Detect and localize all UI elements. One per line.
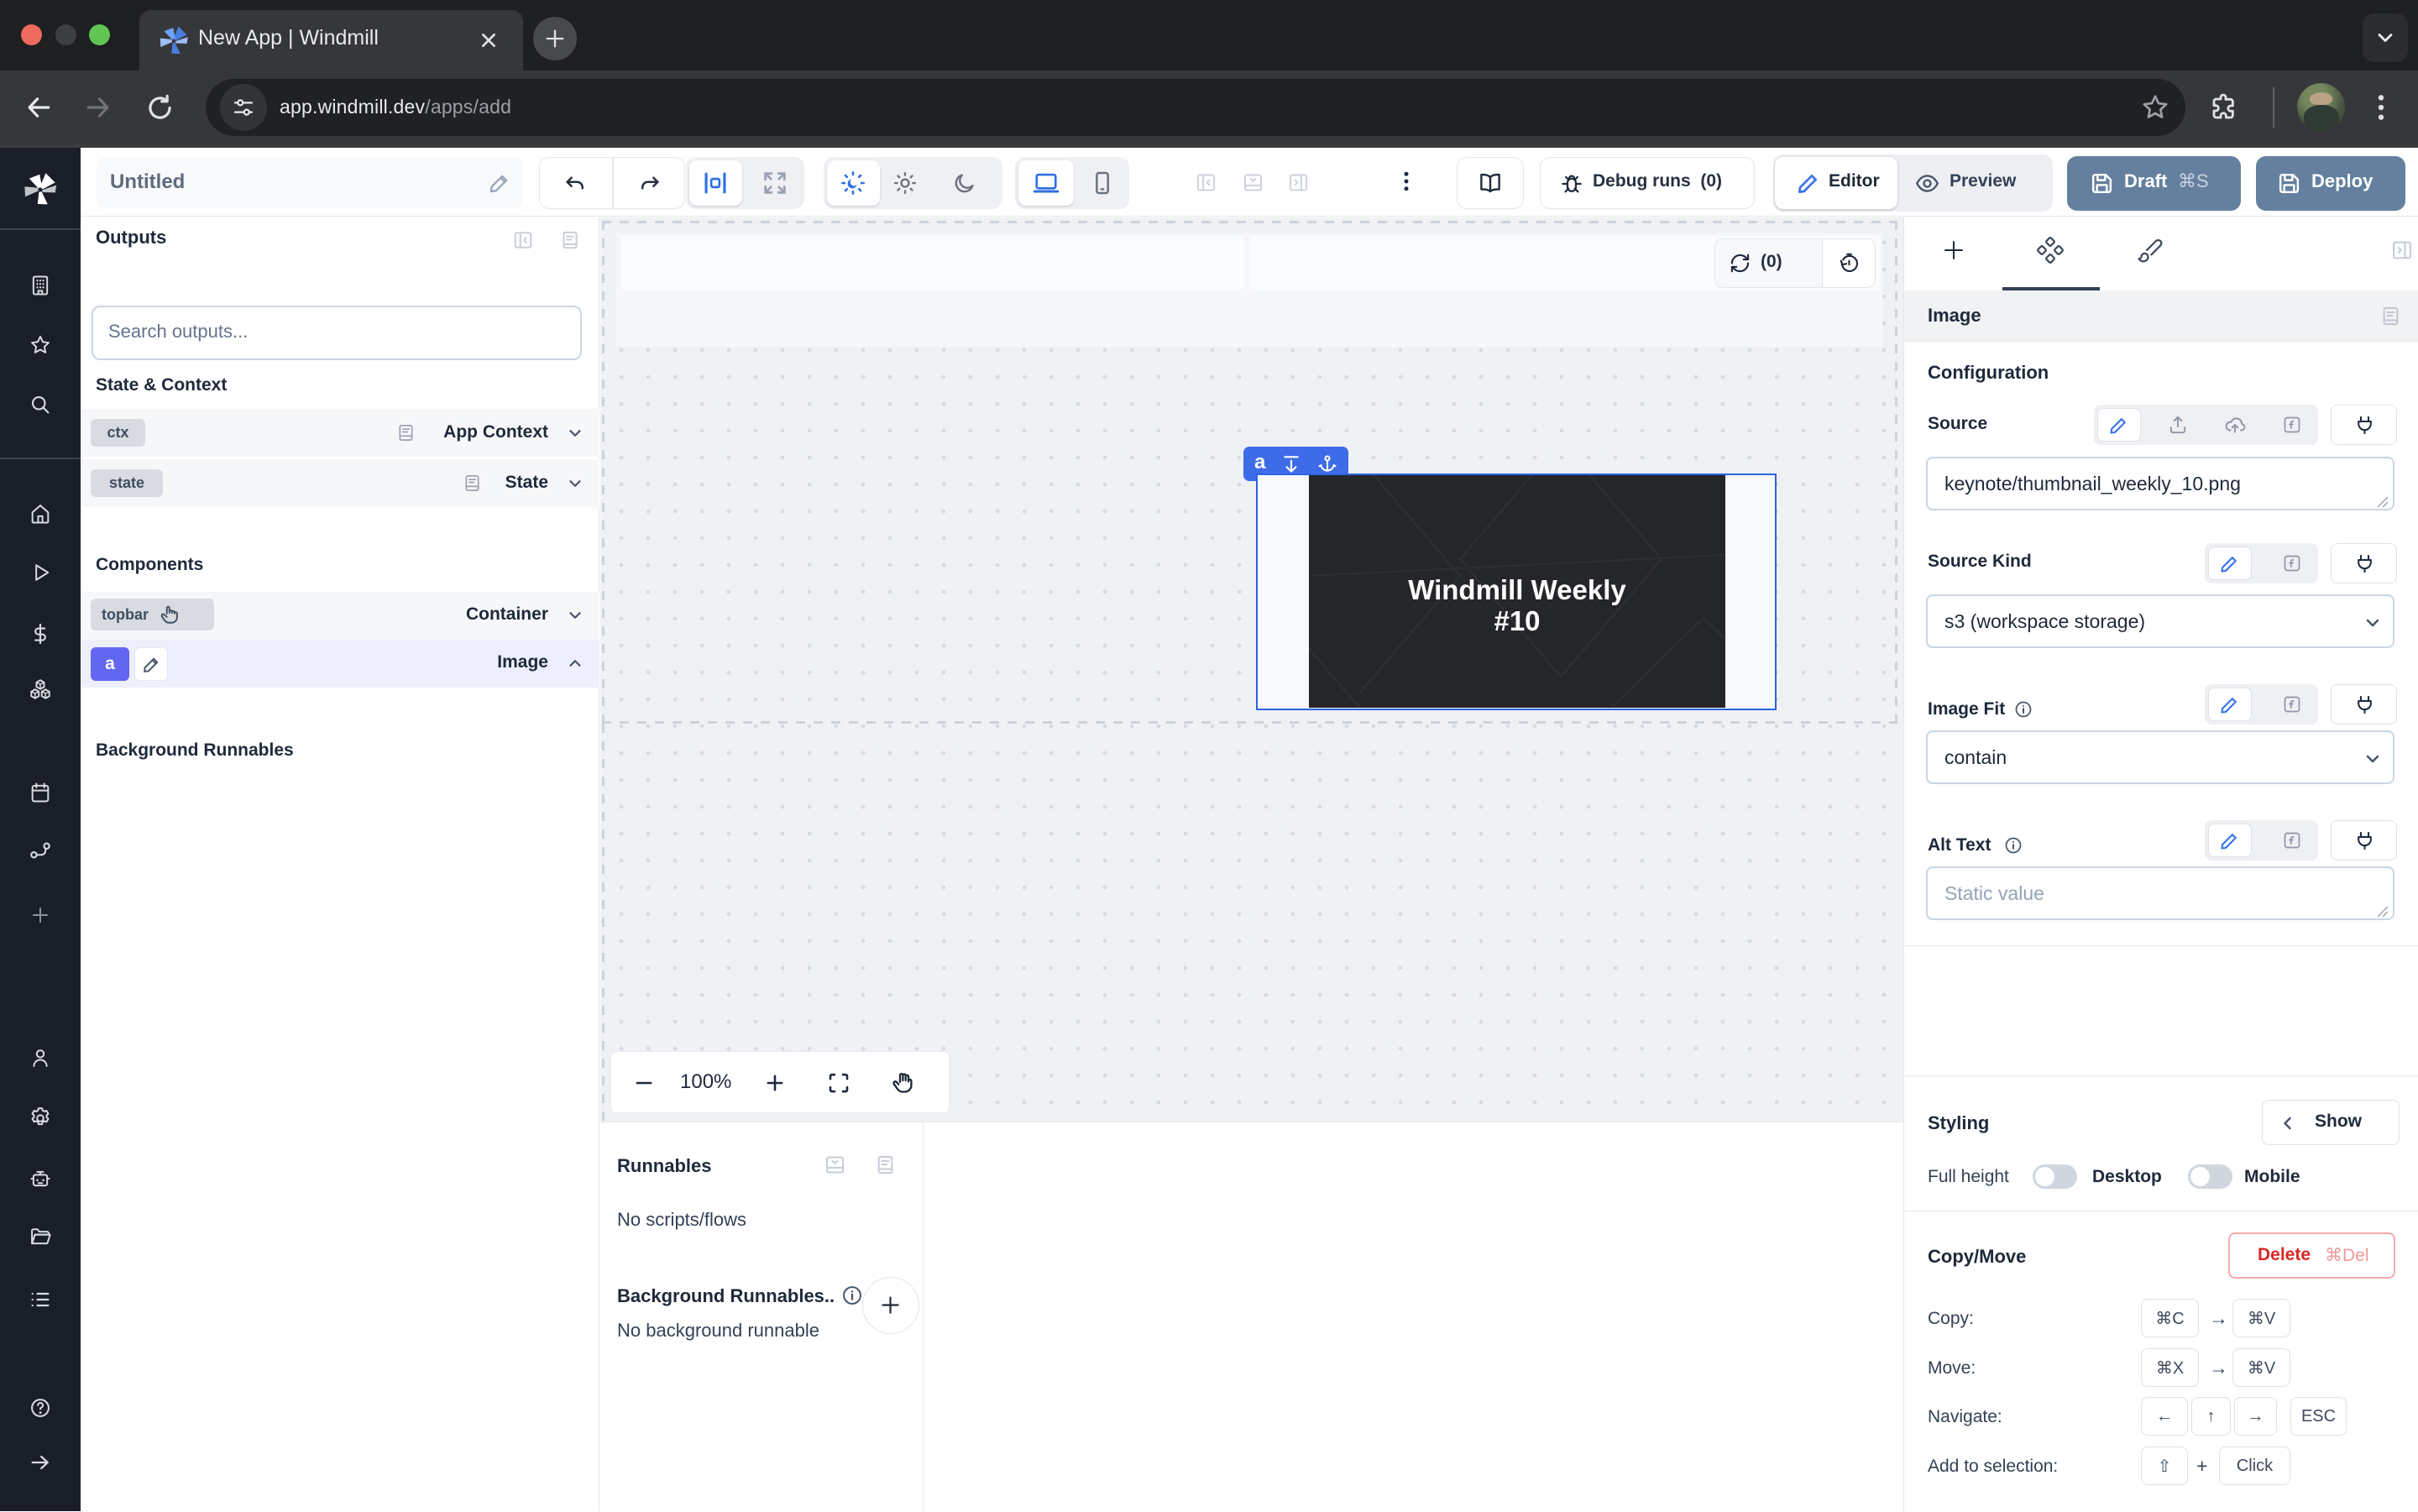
svg-text:Windmill Weekly: Windmill Weekly [1408, 574, 1626, 605]
svg-text:#10: #10 [1494, 605, 1540, 636]
